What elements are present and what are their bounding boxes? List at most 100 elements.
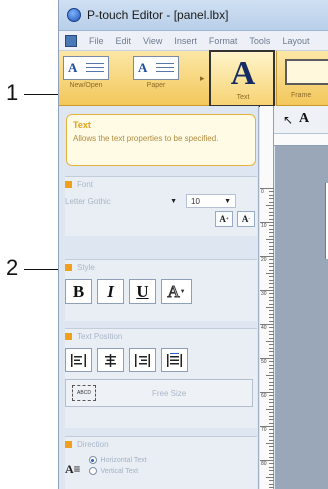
ruler-tick xyxy=(269,395,274,397)
ruler-tick xyxy=(266,307,274,308)
ruler-tick xyxy=(266,477,274,478)
ruler-tick xyxy=(269,232,274,234)
style-section-header[interactable]: Style xyxy=(65,260,257,274)
ruler-tick xyxy=(269,354,274,356)
ruler-tick xyxy=(269,313,274,315)
ribbon-new-open-label: New/Open xyxy=(69,82,103,89)
menu-bar: File Edit View Insert Format Tools Layou… xyxy=(59,31,328,51)
ruler-tick xyxy=(269,320,274,322)
font-section: Font Letter Gothic ▼ 10 ▼ A + A- xyxy=(65,176,257,236)
ruler-tick xyxy=(269,201,274,203)
text-tool-button[interactable]: A xyxy=(299,111,309,127)
font-name-select[interactable]: Letter Gothic ▼ xyxy=(65,194,180,208)
ruler-tick xyxy=(266,409,274,410)
horizontal-text-radio[interactable]: Horizontal Text xyxy=(88,456,147,464)
description-title: Text xyxy=(73,120,91,130)
section-marker-icon xyxy=(65,180,72,188)
menu-file[interactable]: File xyxy=(89,36,104,46)
direction-section-label: Direction xyxy=(77,439,109,449)
menu-view[interactable]: View xyxy=(143,36,162,46)
ruler-tick xyxy=(260,222,274,223)
ribbon-paper-button[interactable]: A Paper xyxy=(133,56,179,100)
ruler-tick xyxy=(269,296,274,298)
menu-layout[interactable]: Layout xyxy=(282,36,309,46)
new-open-icon: A xyxy=(63,56,109,80)
menu-edit[interactable]: Edit xyxy=(116,36,132,46)
font-size-select[interactable]: 10 ▼ xyxy=(186,194,236,208)
free-size-icon-text: ABCD xyxy=(77,390,91,396)
ribbon-new-open-button[interactable]: A New/Open xyxy=(63,56,109,100)
ruler-tick xyxy=(269,361,274,363)
ruler-tick xyxy=(269,286,274,288)
ruler-tick xyxy=(269,211,274,213)
style-section-label: Style xyxy=(77,262,95,272)
direction-section: Direction A≡ Horizontal Text Vertical Te… xyxy=(65,436,257,489)
ruler-tick xyxy=(269,242,274,244)
ruler-tick xyxy=(269,466,274,468)
ruler-mark-label: 50 xyxy=(261,359,267,365)
style-section: Style B I U A ▼ xyxy=(65,259,257,321)
ruler-mark-label: 20 xyxy=(261,257,267,263)
frame-icon[interactable] xyxy=(285,59,328,85)
ruler-tick xyxy=(269,279,274,281)
vertical-text-radio[interactable]: Vertical Text xyxy=(88,467,147,475)
ruler-tick xyxy=(269,218,274,220)
ruler-tick xyxy=(269,334,274,336)
align-left-button[interactable] xyxy=(65,348,92,372)
menu-icon[interactable] xyxy=(65,34,77,47)
text-position-section-header[interactable]: Text Position xyxy=(65,329,257,343)
bold-button[interactable]: B xyxy=(65,279,92,304)
outline-button[interactable]: A ▼ xyxy=(161,279,192,304)
ribbon-expand-arrow-icon[interactable]: ▸ xyxy=(200,73,205,84)
layout-canvas[interactable] xyxy=(275,146,328,489)
ruler-tick xyxy=(260,256,274,257)
select-pointer-icon[interactable]: ↖ xyxy=(283,113,293,127)
ruler-tick xyxy=(269,262,274,264)
ruler-tick xyxy=(269,412,274,414)
ruler-tick xyxy=(269,191,274,193)
ruler-tick xyxy=(269,259,274,261)
app-icon xyxy=(67,8,81,22)
direction-section-header[interactable]: Direction xyxy=(65,437,257,451)
ruler-tick xyxy=(269,378,274,380)
shrink-font-button[interactable]: A- xyxy=(237,211,255,227)
grow-font-button[interactable]: A + xyxy=(215,211,233,227)
ruler-tick xyxy=(269,419,274,421)
ruler-tick xyxy=(269,310,274,312)
ruler-tick xyxy=(269,266,274,268)
menu-tools[interactable]: Tools xyxy=(249,36,270,46)
align-center-icon xyxy=(105,353,116,367)
ruler-tick xyxy=(269,344,274,346)
free-size-button[interactable]: ABCD Free Size xyxy=(65,379,253,407)
align-justify-button[interactable] xyxy=(161,348,188,372)
align-center-button[interactable] xyxy=(97,348,124,372)
font-section-header[interactable]: Font xyxy=(65,177,257,191)
ruler-tick xyxy=(260,290,274,291)
ruler-tick xyxy=(269,330,274,332)
italic-button[interactable]: I xyxy=(97,279,124,304)
callout-number-2: 2 xyxy=(6,255,19,280)
ruler-tick xyxy=(269,381,274,383)
menu-insert[interactable]: Insert xyxy=(174,36,197,46)
section-marker-icon xyxy=(65,440,72,448)
chevron-down-icon: ▼ xyxy=(224,197,231,205)
menu-format[interactable]: Format xyxy=(209,36,238,46)
ruler-tick xyxy=(269,225,274,227)
ruler-tick xyxy=(266,375,274,376)
ruler-tick xyxy=(269,283,274,285)
ruler-mark-label: 30 xyxy=(261,291,267,297)
ruler-tick xyxy=(269,276,274,278)
ruler-tick xyxy=(269,364,274,366)
align-right-icon xyxy=(135,353,150,367)
ruler-tick xyxy=(266,205,274,206)
underline-button[interactable]: U xyxy=(129,279,156,304)
ruler-tick xyxy=(269,439,274,441)
align-right-button[interactable] xyxy=(129,348,156,372)
font-name-value: Letter Gothic xyxy=(65,196,111,206)
section-marker-icon xyxy=(65,263,72,271)
ruler-mark-label: 10 xyxy=(261,223,267,229)
ruler-tick xyxy=(266,341,274,342)
ruler-tick xyxy=(269,347,274,349)
ruler-tick xyxy=(269,293,274,295)
underline-icon: U xyxy=(136,281,149,301)
